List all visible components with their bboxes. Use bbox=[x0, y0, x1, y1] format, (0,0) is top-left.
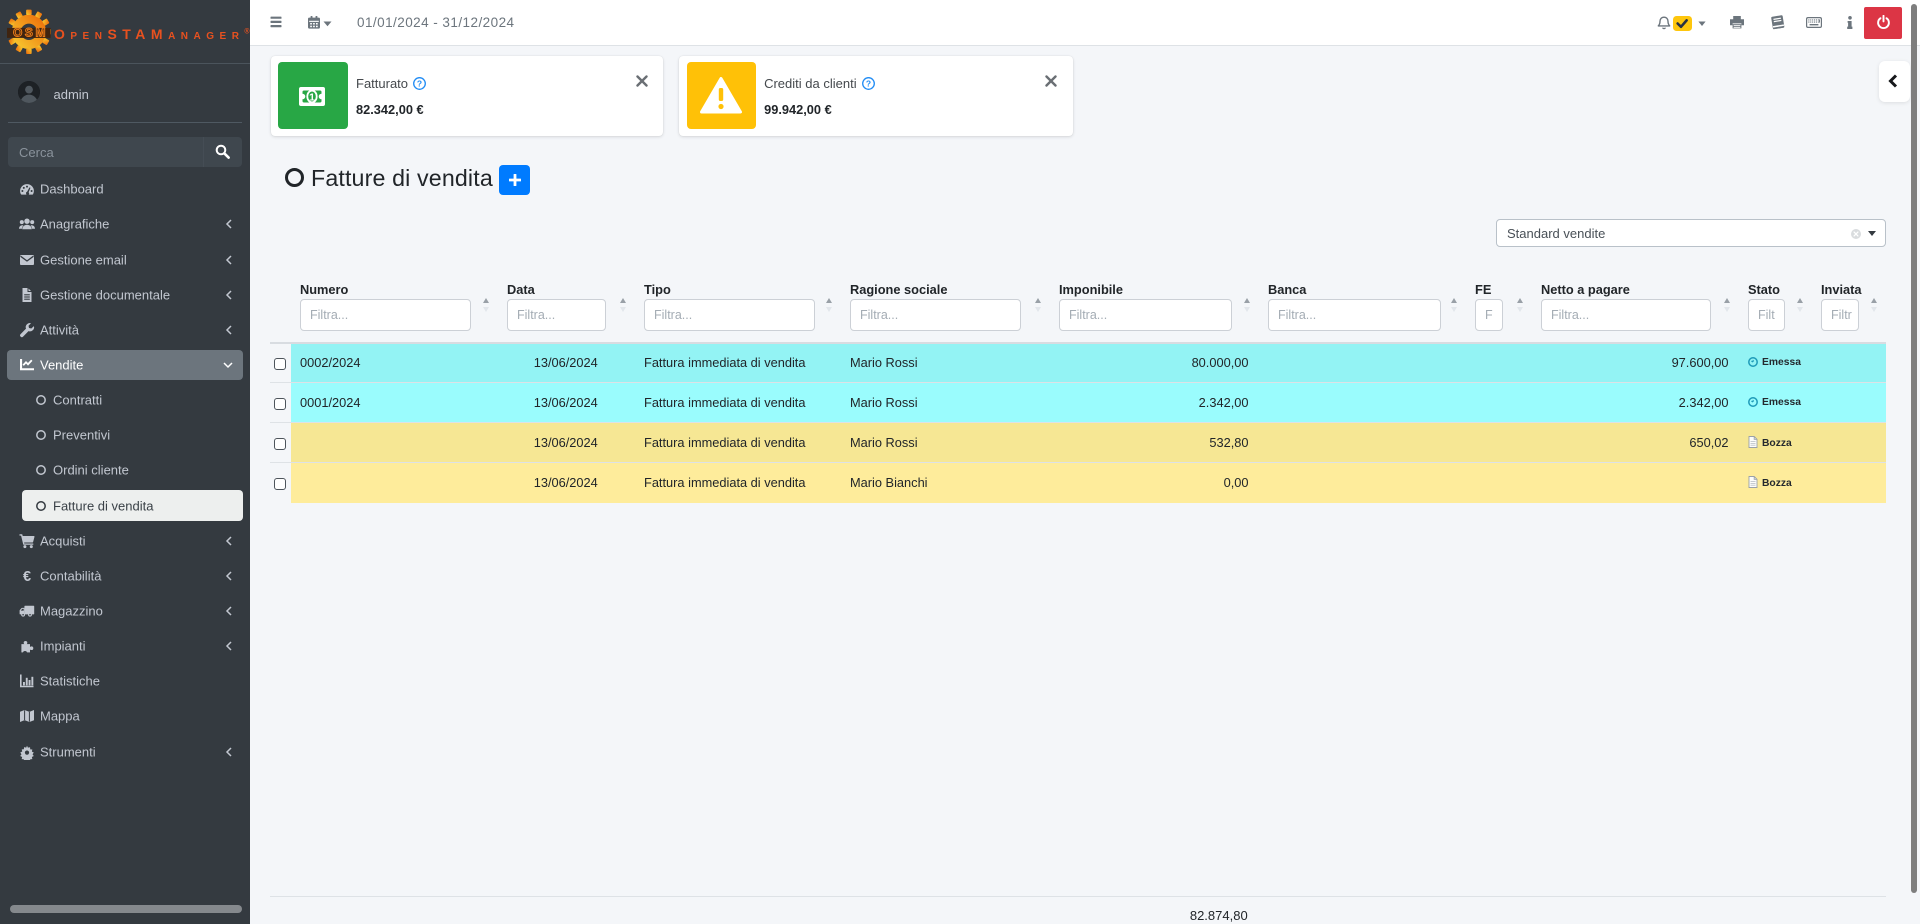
svg-text:?: ? bbox=[417, 79, 422, 89]
svg-text:1: 1 bbox=[309, 91, 315, 103]
svg-text:?: ? bbox=[865, 79, 870, 89]
svg-text:€: € bbox=[23, 569, 31, 584]
svg-text:OSM: OSM bbox=[13, 26, 48, 40]
